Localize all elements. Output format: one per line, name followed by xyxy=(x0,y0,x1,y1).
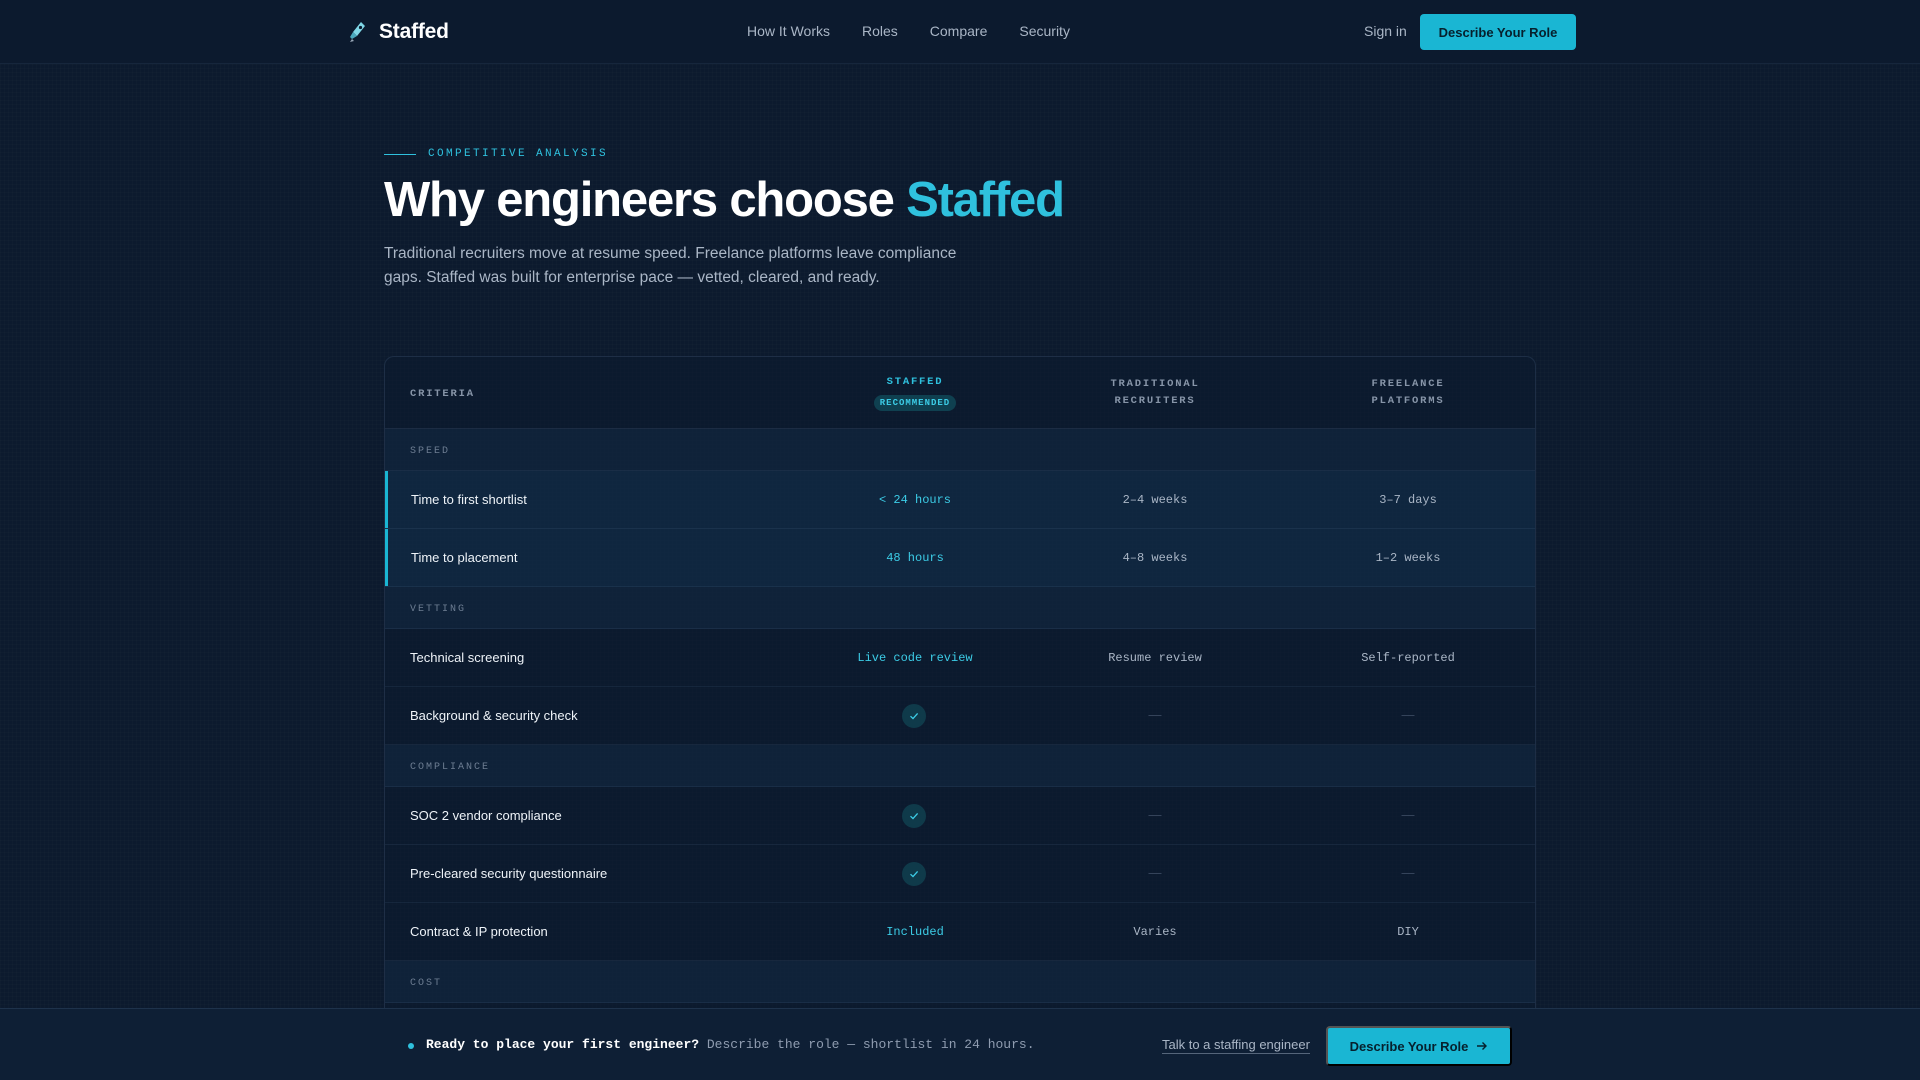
section-vetting: VETTING xyxy=(385,587,1535,629)
cell-traditional: — xyxy=(1148,707,1162,722)
section-label: COMPLIANCE xyxy=(410,762,491,773)
cell-traditional: — xyxy=(1148,865,1162,880)
cell-freelance: — xyxy=(1401,807,1415,822)
table-row: Pre-cleared security questionnaire — — xyxy=(385,845,1535,903)
column-header-staffed-label: STAFFED xyxy=(886,376,944,388)
row-label: Contract & IP protection xyxy=(410,924,548,939)
comparison-table: CRITERIA STAFFED RECOMMENDED TRADITIONAL… xyxy=(384,356,1536,1080)
talk-to-engineer-link[interactable]: Talk to a staffing engineer xyxy=(1162,1037,1310,1054)
cell-traditional: — xyxy=(1148,807,1162,822)
table-row: Background & security check — — xyxy=(385,687,1535,745)
row-label: Technical screening xyxy=(410,650,525,665)
brand-name: Staffed xyxy=(379,20,449,43)
cell-staffed: Included xyxy=(886,925,944,939)
nav-link-roles[interactable]: Roles xyxy=(862,23,898,39)
cell-freelance: DIY xyxy=(1397,925,1419,939)
cell-traditional: Varies xyxy=(1133,925,1177,939)
section-compliance: COMPLIANCE xyxy=(385,745,1535,787)
nav-links: How It Works Roles Compare Security xyxy=(747,23,1070,39)
table-row: Time to placement 48 hours 4–8 weeks 1–2… xyxy=(385,529,1535,587)
hero-subtext: Traditional recruiters move at resume sp… xyxy=(384,245,957,286)
row-label: Time to first shortlist xyxy=(411,492,527,507)
row-label: SOC 2 vendor compliance xyxy=(410,808,562,823)
cell-staffed: Live code review xyxy=(857,651,973,665)
cta-bar-headline: Ready to place your first engineer? xyxy=(426,1037,700,1052)
eyebrow-divider xyxy=(384,153,416,155)
arrow-right-icon xyxy=(1477,1042,1488,1050)
row-label: Pre-cleared security questionnaire xyxy=(410,866,608,881)
describe-role-cta-button[interactable]: Describe Your Role xyxy=(1326,1026,1512,1066)
column-header-traditional-line1: TRADITIONAL xyxy=(1110,378,1200,390)
section-label: COST xyxy=(410,978,443,989)
cta-bar-subtext: Describe the role — shortlist in 24 hour… xyxy=(706,1037,1035,1052)
cell-traditional: Resume review xyxy=(1108,651,1202,665)
page-title: Why engineers choose Staffed xyxy=(384,172,1065,228)
eyebrow-label: COMPETITIVE ANALYSIS xyxy=(428,148,609,160)
eyebrow: COMPETITIVE ANALYSIS xyxy=(384,148,608,160)
check-icon xyxy=(902,862,926,886)
check-icon xyxy=(910,870,919,878)
recommended-badge: RECOMMENDED xyxy=(873,395,957,411)
cell-freelance: — xyxy=(1401,707,1415,722)
cell-freelance: — xyxy=(1401,865,1415,880)
column-header-freelance: FREELANCE PLATFORMS xyxy=(1318,376,1498,410)
describe-role-button[interactable]: Describe Your Role xyxy=(1420,14,1576,50)
check-icon xyxy=(910,712,919,720)
column-header-freelance-line2: PLATFORMS xyxy=(1371,395,1445,407)
cell-freelance: 1–2 weeks xyxy=(1375,551,1441,565)
nav-link-compare[interactable]: Compare xyxy=(930,23,988,39)
status-dot xyxy=(408,1043,414,1049)
table-row: Time to first shortlist < 24 hours 2–4 w… xyxy=(385,471,1535,529)
check-icon xyxy=(910,812,919,820)
check-icon xyxy=(902,704,926,728)
cta-button-label: Describe Your Role xyxy=(1349,1038,1469,1054)
table-row: Technical screening Live code review Res… xyxy=(385,629,1535,687)
top-nav: Staffed How It Works Roles Compare Secur… xyxy=(0,0,1920,64)
nav-link-security[interactable]: Security xyxy=(1019,23,1070,39)
row-label: Time to placement xyxy=(411,550,518,565)
headline-accent: Staffed xyxy=(906,173,1065,227)
table-row: SOC 2 vendor compliance — — xyxy=(385,787,1535,845)
cell-freelance: Self-reported xyxy=(1361,651,1455,665)
column-header-staffed: STAFFED RECOMMENDED xyxy=(825,374,1005,412)
sign-in-link[interactable]: Sign in xyxy=(1364,23,1407,39)
cell-freelance: 3–7 days xyxy=(1379,493,1437,507)
section-speed: SPEED xyxy=(385,429,1535,471)
cell-traditional: 4–8 weeks xyxy=(1122,551,1188,565)
sticky-cta-bar: Ready to place your first engineer? Desc… xyxy=(0,1008,1920,1080)
column-header-freelance-line1: FREELANCE xyxy=(1371,378,1445,390)
section-label: SPEED xyxy=(410,446,451,457)
column-header-traditional-line2: RECRUITERS xyxy=(1114,395,1196,407)
headline-prefix: Why engineers choose xyxy=(384,173,895,227)
column-header-traditional: TRADITIONAL RECRUITERS xyxy=(1065,376,1245,410)
brand-logo[interactable]: Staffed xyxy=(349,20,449,44)
cta-bar-message: Ready to place your first engineer? Desc… xyxy=(426,1037,1035,1052)
section-cost: COST xyxy=(385,961,1535,1003)
rocket-icon xyxy=(350,22,365,42)
nav-link-how-it-works[interactable]: How It Works xyxy=(747,23,830,39)
table-header: CRITERIA STAFFED RECOMMENDED TRADITIONAL… xyxy=(385,357,1535,429)
check-icon xyxy=(902,804,926,828)
cell-staffed: 48 hours xyxy=(886,551,944,565)
cell-staffed: < 24 hours xyxy=(878,493,951,507)
table-row: Contract & IP protection Included Varies… xyxy=(385,903,1535,961)
row-label: Background & security check xyxy=(410,708,578,723)
column-header-criteria: CRITERIA xyxy=(410,388,475,400)
section-label: VETTING xyxy=(410,604,467,615)
cell-traditional: 2–4 weeks xyxy=(1122,493,1188,507)
